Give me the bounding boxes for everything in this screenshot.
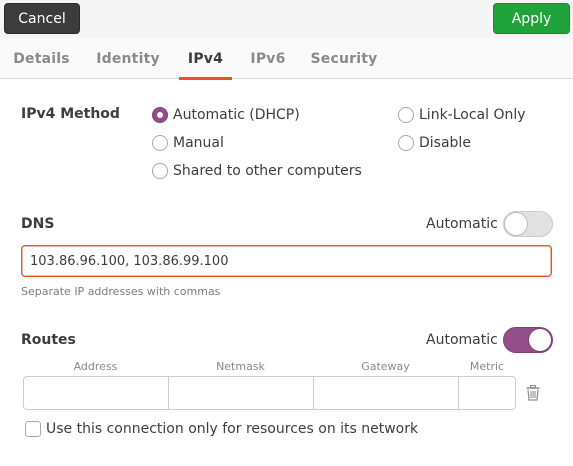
tab-details[interactable]: Details (10, 38, 73, 79)
radio-indicator[interactable] (152, 135, 168, 151)
dns-automatic-label: Automatic (426, 216, 498, 232)
dns-input[interactable] (21, 245, 552, 277)
radio-label: Shared to other computers (173, 163, 362, 179)
radio-automatic-dhcp[interactable]: Automatic (DHCP) (152, 105, 300, 125)
radio-label: Manual (173, 135, 224, 151)
routes-automatic-label: Automatic (426, 332, 498, 348)
tab-security[interactable]: Security (307, 38, 381, 79)
radio-manual[interactable]: Manual (152, 133, 224, 153)
tab-ipv4[interactable]: IPv4 (179, 38, 232, 80)
radio-shared[interactable]: Shared to other computers (152, 161, 362, 181)
only-local-resources-checkbox[interactable] (25, 421, 41, 437)
tab-identity[interactable]: Identity (92, 38, 164, 79)
trash-icon (526, 385, 540, 401)
route-netmask-field[interactable] (168, 376, 314, 410)
tab-bar: Details Identity IPv4 IPv6 Security (0, 38, 573, 80)
route-gateway-field[interactable] (313, 376, 459, 410)
routes-automatic-switch[interactable] (503, 327, 553, 353)
switch-knob (528, 328, 552, 352)
radio-indicator[interactable] (398, 107, 414, 123)
radio-indicator[interactable] (398, 135, 414, 151)
apply-button[interactable]: Apply (493, 3, 570, 34)
tab-ipv6[interactable]: IPv6 (246, 38, 290, 79)
radio-indicator[interactable] (152, 163, 168, 179)
only-local-resources-option[interactable]: Use this connection only for resources o… (25, 419, 418, 439)
route-address-field[interactable] (23, 376, 169, 410)
radio-label: Link-Local Only (419, 107, 526, 123)
ipv4-settings-dialog: Cancel Apply Details Identity IPv4 IPv6 … (0, 0, 573, 466)
column-header-address: Address (73, 360, 118, 373)
dns-automatic-switch[interactable] (503, 211, 553, 237)
dns-label: DNS (21, 216, 55, 232)
radio-disable[interactable]: Disable (398, 133, 471, 153)
radio-label: Disable (419, 135, 471, 151)
column-header-gateway: Gateway (361, 360, 410, 373)
ipv4-method-label: IPv4 Method (21, 106, 120, 122)
delete-route-button[interactable] (518, 378, 548, 408)
cancel-button[interactable]: Cancel (4, 3, 80, 34)
only-local-resources-label: Use this connection only for resources o… (46, 421, 419, 437)
radio-link-local-only[interactable]: Link-Local Only (398, 105, 526, 125)
dns-hint: Separate IP addresses with commas (21, 285, 221, 298)
routes-label: Routes (21, 332, 76, 348)
radio-indicator[interactable] (152, 107, 168, 123)
column-header-netmask: Netmask (216, 360, 265, 373)
header-bar: Cancel Apply (0, 0, 573, 38)
radio-label: Automatic (DHCP) (173, 107, 300, 123)
column-header-metric: Metric (469, 360, 505, 373)
route-metric-field[interactable] (458, 376, 516, 410)
switch-knob (504, 212, 528, 236)
